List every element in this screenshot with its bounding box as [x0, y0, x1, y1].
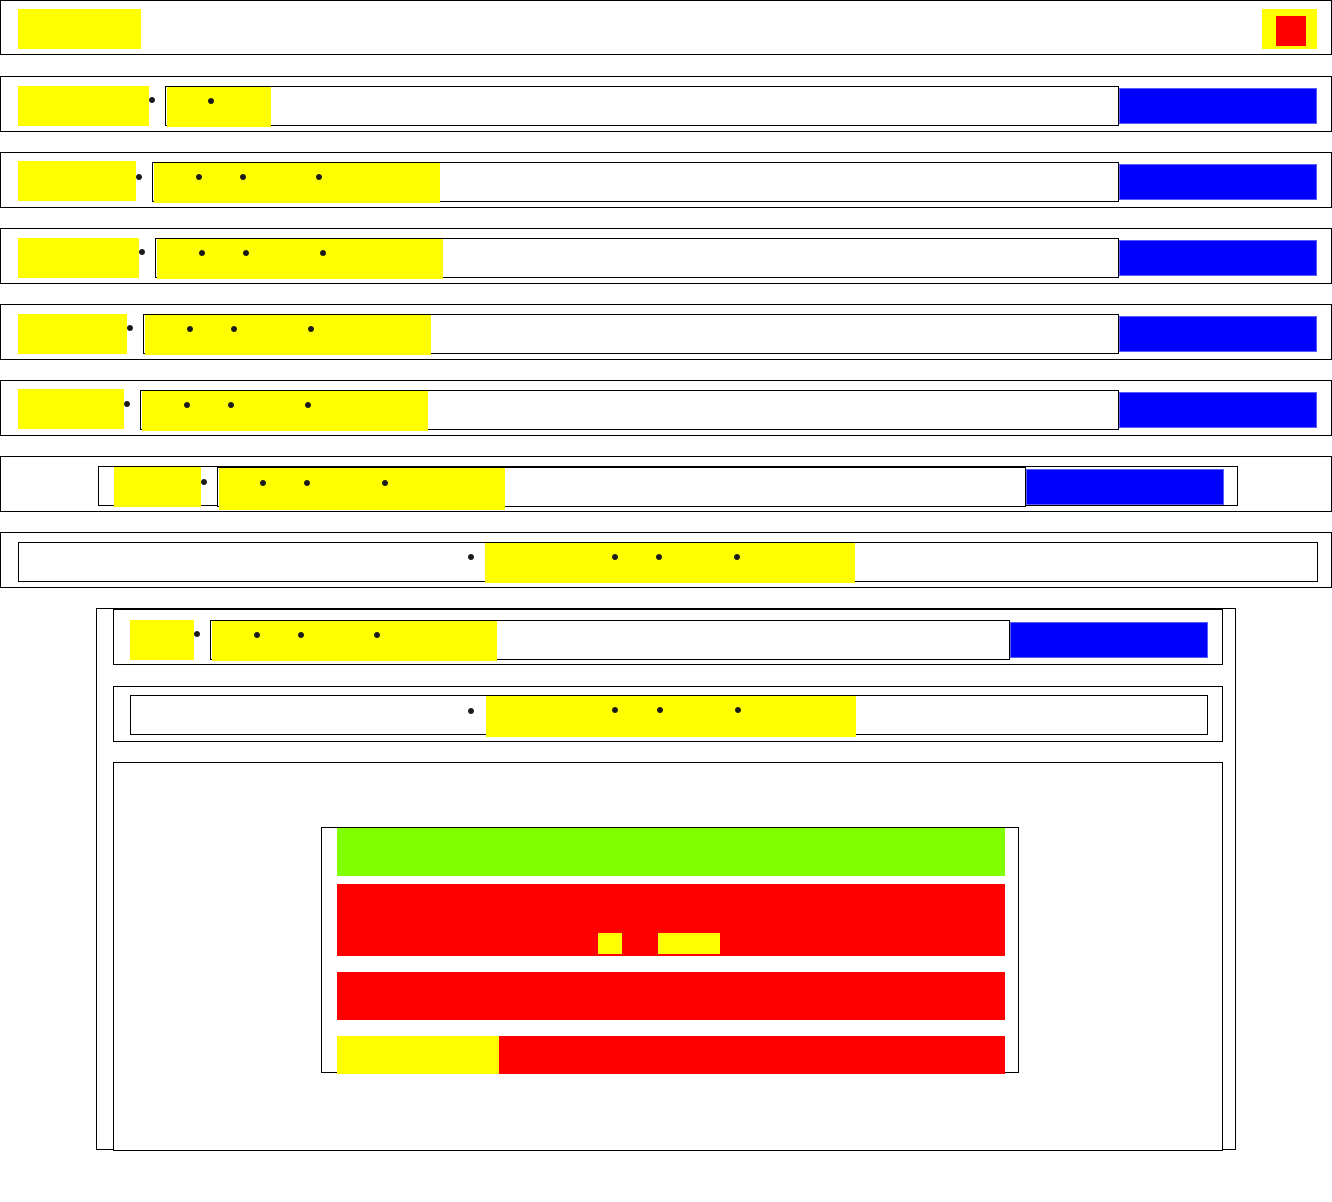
app-logo [18, 9, 141, 49]
bullet-icon [240, 174, 246, 180]
row-action-button[interactable] [1010, 622, 1208, 658]
card-title [337, 828, 1005, 876]
center-input[interactable] [18, 542, 1318, 583]
form-row-1 [0, 76, 1332, 132]
form-row-6 [0, 456, 1332, 512]
row-value [212, 621, 497, 661]
row-value [142, 391, 428, 431]
row-action-button[interactable] [1119, 240, 1317, 276]
panel-row [113, 609, 1223, 665]
bullet-icon [382, 480, 388, 486]
bullet-icon [304, 480, 310, 486]
bullet-icon [735, 707, 741, 713]
alert-block [337, 884, 1005, 956]
bullet-icon [468, 708, 474, 714]
row-inner [98, 466, 1238, 510]
row-label [18, 389, 124, 429]
card [321, 827, 1019, 1074]
form-row-3 [0, 228, 1332, 284]
bullet-icon [612, 554, 618, 560]
bullet-icon [231, 326, 237, 332]
bullet-icon [201, 479, 207, 485]
bullet-icon [657, 707, 663, 713]
bullet-icon [254, 632, 260, 638]
bullet-icon [243, 250, 249, 256]
bullet-icon [734, 554, 740, 560]
form-row-2 [0, 152, 1332, 208]
menu-icon [1276, 16, 1306, 46]
center-value [486, 696, 856, 737]
row-label [114, 467, 201, 507]
bullet-icon [124, 401, 130, 407]
row-input[interactable] [217, 467, 1026, 510]
bullet-icon [194, 631, 200, 637]
row-input[interactable] [210, 620, 1010, 661]
center-input[interactable] [130, 695, 1208, 737]
row-input[interactable] [165, 86, 1119, 127]
main-panel [96, 608, 1236, 1151]
row-label [130, 620, 194, 660]
row-value [167, 87, 271, 127]
row-label [18, 161, 136, 201]
form-row-5 [0, 380, 1332, 436]
row-input[interactable] [155, 238, 1119, 279]
center-value [485, 543, 855, 583]
row-input[interactable] [152, 162, 1119, 203]
bullet-icon [139, 249, 145, 255]
row-label [18, 314, 127, 354]
form-row-4 [0, 304, 1332, 360]
bullet-icon [374, 632, 380, 638]
row-action-button[interactable] [1119, 88, 1317, 124]
alert-link[interactable] [658, 933, 720, 954]
row-value [145, 315, 431, 355]
bullet-icon [298, 632, 304, 638]
menu-button[interactable] [1262, 9, 1317, 49]
row-action-button[interactable] [1026, 469, 1224, 505]
bullet-icon [316, 174, 322, 180]
bullet-icon [228, 402, 234, 408]
bullet-icon [184, 402, 190, 408]
bullet-icon [305, 402, 311, 408]
bullet-icon [196, 174, 202, 180]
row-value [219, 468, 505, 510]
bullet-icon [656, 554, 662, 560]
bullet-icon [149, 97, 155, 103]
bullet-icon [320, 250, 326, 256]
row-action-button[interactable] [1119, 316, 1317, 352]
row-action-button[interactable] [1119, 392, 1317, 428]
bullet-icon [260, 480, 266, 486]
row-label [18, 86, 149, 126]
panel-center-row [113, 686, 1223, 742]
row-value [154, 163, 440, 203]
alert-small-item[interactable] [598, 933, 622, 954]
bullet-icon [208, 98, 214, 104]
row-input[interactable] [143, 314, 1119, 355]
bullet-icon [199, 250, 205, 256]
content-area [113, 762, 1223, 1151]
bullet-icon [468, 554, 474, 560]
alert-block-secondary [337, 972, 1005, 1020]
row-value [157, 239, 443, 279]
bullet-icon [612, 707, 618, 713]
header-bar [0, 0, 1332, 55]
row-action-button[interactable] [1119, 164, 1317, 200]
footer-value [499, 1036, 1005, 1074]
row-label [18, 238, 139, 278]
bullet-icon [136, 174, 142, 180]
bullet-icon [308, 326, 314, 332]
row-input[interactable] [140, 390, 1119, 431]
footer-label [337, 1036, 499, 1074]
bullet-icon [187, 326, 193, 332]
card-footer [337, 1036, 1005, 1074]
form-row-7 [0, 532, 1332, 588]
bullet-icon [127, 325, 133, 331]
